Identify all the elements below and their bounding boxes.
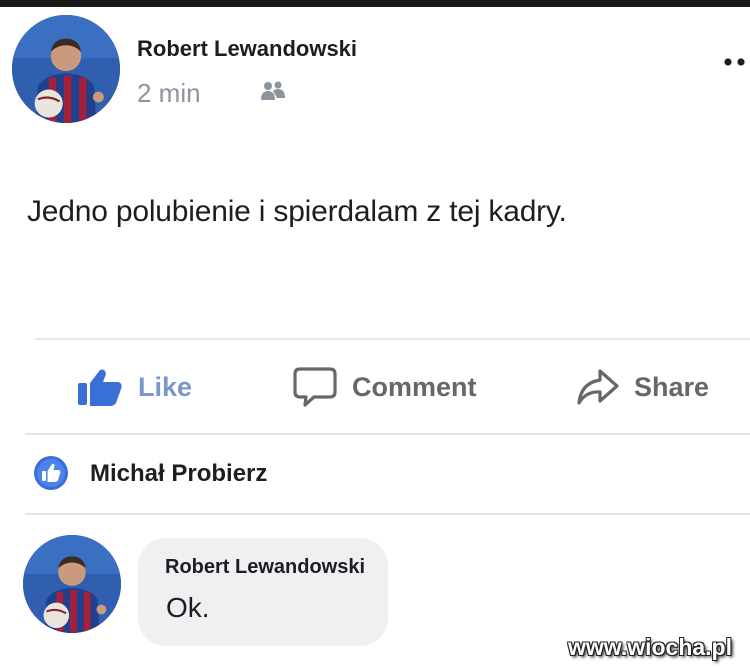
avatar-photo-icon [12, 15, 120, 123]
share-button[interactable]: Share [576, 362, 709, 412]
share-icon [577, 369, 619, 405]
divider [25, 433, 750, 435]
more-options-icon[interactable] [722, 56, 748, 68]
share-label: Share [634, 371, 710, 402]
watermark: www.wiocha.pl [568, 634, 732, 660]
like-label: Like [138, 371, 193, 402]
divider [35, 338, 750, 340]
like-button[interactable]: Like [76, 362, 192, 412]
top-edge-bar [0, 0, 750, 7]
post-author-name[interactable]: Robert Lewandowski [137, 36, 357, 62]
avatar-photo-icon [23, 535, 121, 633]
friends-icon [261, 81, 285, 100]
comment-icon [293, 367, 337, 407]
liker-name[interactable]: Michał Probierz [90, 460, 267, 488]
comment-text: Ok. [166, 592, 210, 623]
divider [25, 513, 750, 515]
author-avatar[interactable] [12, 15, 120, 123]
post-timestamp[interactable]: 2 min [137, 78, 201, 109]
comment-button[interactable]: Comment [292, 362, 477, 412]
comment-author-name[interactable]: Robert Lewandowski [165, 556, 365, 579]
like-badge-icon [34, 456, 68, 490]
commenter-avatar[interactable] [23, 535, 121, 633]
post-text: Jedno polubienie i spierdalam z tej kadr… [27, 195, 567, 228]
thumbs-up-icon [78, 369, 122, 406]
comment-label: Comment [352, 371, 477, 402]
